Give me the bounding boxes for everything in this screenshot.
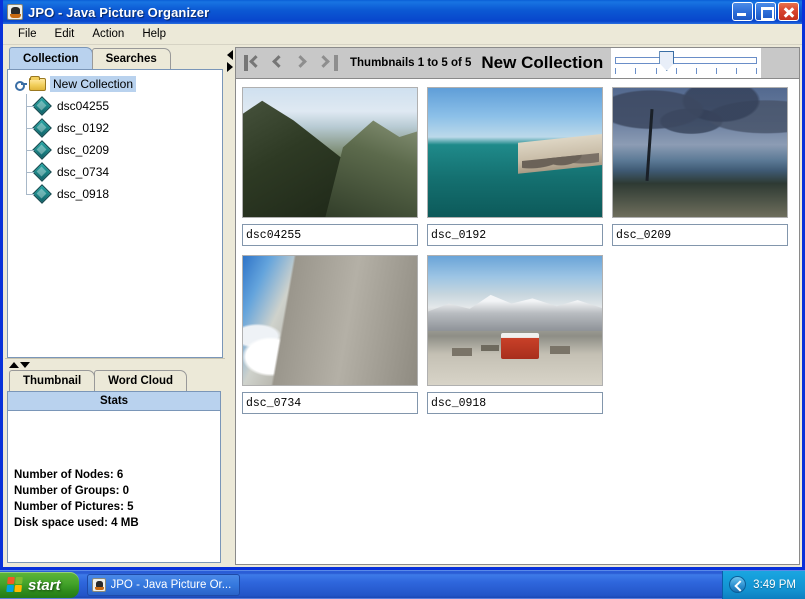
thumbnail-cell: dsc_0192	[427, 87, 612, 246]
stats-line-groups: Number of Groups: 0	[14, 483, 220, 499]
picture-node-icon	[34, 142, 50, 158]
thumbnail-label-input[interactable]: dsc_0734	[242, 392, 418, 414]
tab-word-cloud[interactable]: Word Cloud	[94, 370, 187, 391]
tree-node-label: dsc_0918	[55, 187, 111, 201]
last-button[interactable]	[317, 51, 340, 75]
tree-node-dsc04255[interactable]: dsc04255	[12, 95, 222, 117]
first-button[interactable]	[242, 51, 265, 75]
application-window: JPO - Java Picture Organizer File Edit A…	[0, 0, 805, 570]
main-content: Collection Searches New Collection dsc04…	[3, 45, 802, 567]
menu-edit[interactable]: Edit	[46, 26, 84, 42]
java-cup-icon	[92, 578, 106, 592]
left-panel: Collection Searches New Collection dsc04…	[3, 45, 225, 567]
next-button[interactable]	[292, 51, 315, 75]
thumbnail-label-input[interactable]: dsc04255	[242, 224, 418, 246]
minimize-button[interactable]	[732, 2, 753, 21]
window-controls	[732, 2, 799, 21]
stats-line-disk-space: Disk space used: 4 MB	[14, 515, 220, 531]
taskbar-item-label: JPO - Java Picture Or...	[111, 579, 232, 591]
slider-ticks	[615, 68, 757, 74]
collection-tab-strip: Collection Searches	[5, 47, 225, 69]
picture-node-icon	[34, 98, 50, 114]
collection-title-label: New Collection	[481, 53, 603, 73]
menu-action[interactable]: Action	[83, 26, 133, 42]
maximize-button[interactable]	[755, 2, 776, 21]
tree-node-root[interactable]: New Collection	[12, 73, 222, 95]
picture-node-icon	[34, 186, 50, 202]
collapse-right-arrow-icon[interactable]	[227, 62, 233, 72]
thumbnail-cell: dsc_0734	[242, 255, 427, 414]
thumbnail-grid-container[interactable]: dsc04255 dsc_0192 dsc_0209	[235, 79, 800, 565]
tree-node-dsc_0209[interactable]: dsc_0209	[12, 139, 222, 161]
thumbnail-image-dsc_0192[interactable]	[427, 87, 603, 218]
taskbar: start JPO - Java Picture Or... 3:49 PM	[0, 570, 805, 598]
collapse-down-arrow-icon[interactable]	[20, 362, 30, 368]
tree-node-label: dsc04255	[55, 99, 111, 113]
thumbnail-cell: dsc_0918	[427, 255, 612, 414]
thumbnail-label-input[interactable]: dsc_0918	[427, 392, 603, 414]
stats-line-pictures: Number of Pictures: 5	[14, 499, 220, 515]
start-button[interactable]: start	[0, 572, 79, 598]
thumbnail-cell: dsc04255	[242, 87, 427, 246]
close-button[interactable]	[778, 2, 799, 21]
thumbnail-grid: dsc04255 dsc_0192 dsc_0209	[242, 87, 799, 423]
tab-collection[interactable]: Collection	[9, 47, 93, 69]
collection-tree[interactable]: New Collection dsc04255 dsc_0192 dsc_020…	[7, 69, 223, 358]
expand-handle-icon[interactable]	[14, 77, 28, 91]
stats-line-nodes: Number of Nodes: 6	[14, 467, 220, 483]
stats-body: Number of Nodes: 6 Number of Groups: 0 N…	[7, 410, 221, 563]
tree-node-dsc_0734[interactable]: dsc_0734	[12, 161, 222, 183]
menu-help[interactable]: Help	[133, 26, 175, 42]
picture-node-icon	[34, 120, 50, 136]
thumbnail-image-dsc04255[interactable]	[242, 87, 418, 218]
title-bar[interactable]: JPO - Java Picture Organizer	[3, 0, 802, 24]
collapse-up-arrow-icon[interactable]	[9, 362, 19, 368]
tab-thumbnail[interactable]: Thumbnail	[9, 370, 95, 391]
thumbnail-size-slider[interactable]	[611, 48, 761, 78]
info-tab-strip: Thumbnail Word Cloud	[5, 370, 223, 391]
stats-header: Stats	[7, 391, 221, 410]
slider-track	[615, 57, 757, 64]
folder-icon	[29, 78, 46, 91]
collapse-left-arrow-icon[interactable]	[227, 50, 233, 60]
window-title: JPO - Java Picture Organizer	[28, 5, 209, 20]
tab-searches[interactable]: Searches	[92, 48, 171, 69]
system-tray: 3:49 PM	[722, 571, 805, 599]
start-button-label: start	[28, 577, 61, 594]
tree-node-dsc_0918[interactable]: dsc_0918	[12, 183, 222, 205]
vertical-splitter[interactable]	[225, 45, 235, 567]
taskbar-item-jpo[interactable]: JPO - Java Picture Or...	[87, 574, 241, 596]
windows-logo-icon	[6, 577, 24, 593]
picture-node-icon	[34, 164, 50, 180]
clock[interactable]: 3:49 PM	[753, 579, 796, 591]
thumbnail-image-dsc_0209[interactable]	[612, 87, 788, 218]
thumbnail-toolbar: Thumbnails 1 to 5 of 5 New Collection	[235, 47, 800, 79]
menu-file[interactable]: File	[9, 26, 46, 42]
thumbnail-label-input[interactable]: dsc_0209	[612, 224, 788, 246]
thumbnail-image-dsc_0918[interactable]	[427, 255, 603, 386]
java-cup-icon	[7, 4, 23, 20]
thumbnail-panel: Thumbnails 1 to 5 of 5 New Collection	[235, 45, 802, 567]
tree-node-label: dsc_0192	[55, 121, 111, 135]
show-hidden-icons-button[interactable]	[729, 576, 746, 593]
info-panel: Thumbnail Word Cloud Stats Number of Nod…	[5, 370, 225, 565]
tree-node-label: New Collection	[50, 76, 136, 92]
horizontal-splitter[interactable]	[5, 358, 225, 370]
thumbnail-image-dsc_0734[interactable]	[242, 255, 418, 386]
tree-node-label: dsc_0734	[55, 165, 111, 179]
previous-button[interactable]	[267, 51, 290, 75]
thumbnail-cell: dsc_0209	[612, 87, 797, 246]
tree-node-label: dsc_0209	[55, 143, 111, 157]
thumbnail-label-input[interactable]: dsc_0192	[427, 224, 603, 246]
navigation-buttons	[238, 51, 340, 75]
thumbnail-count-label: Thumbnails 1 to 5 of 5	[350, 57, 471, 69]
menu-bar: File Edit Action Help	[3, 24, 802, 45]
tree-node-dsc_0192[interactable]: dsc_0192	[12, 117, 222, 139]
